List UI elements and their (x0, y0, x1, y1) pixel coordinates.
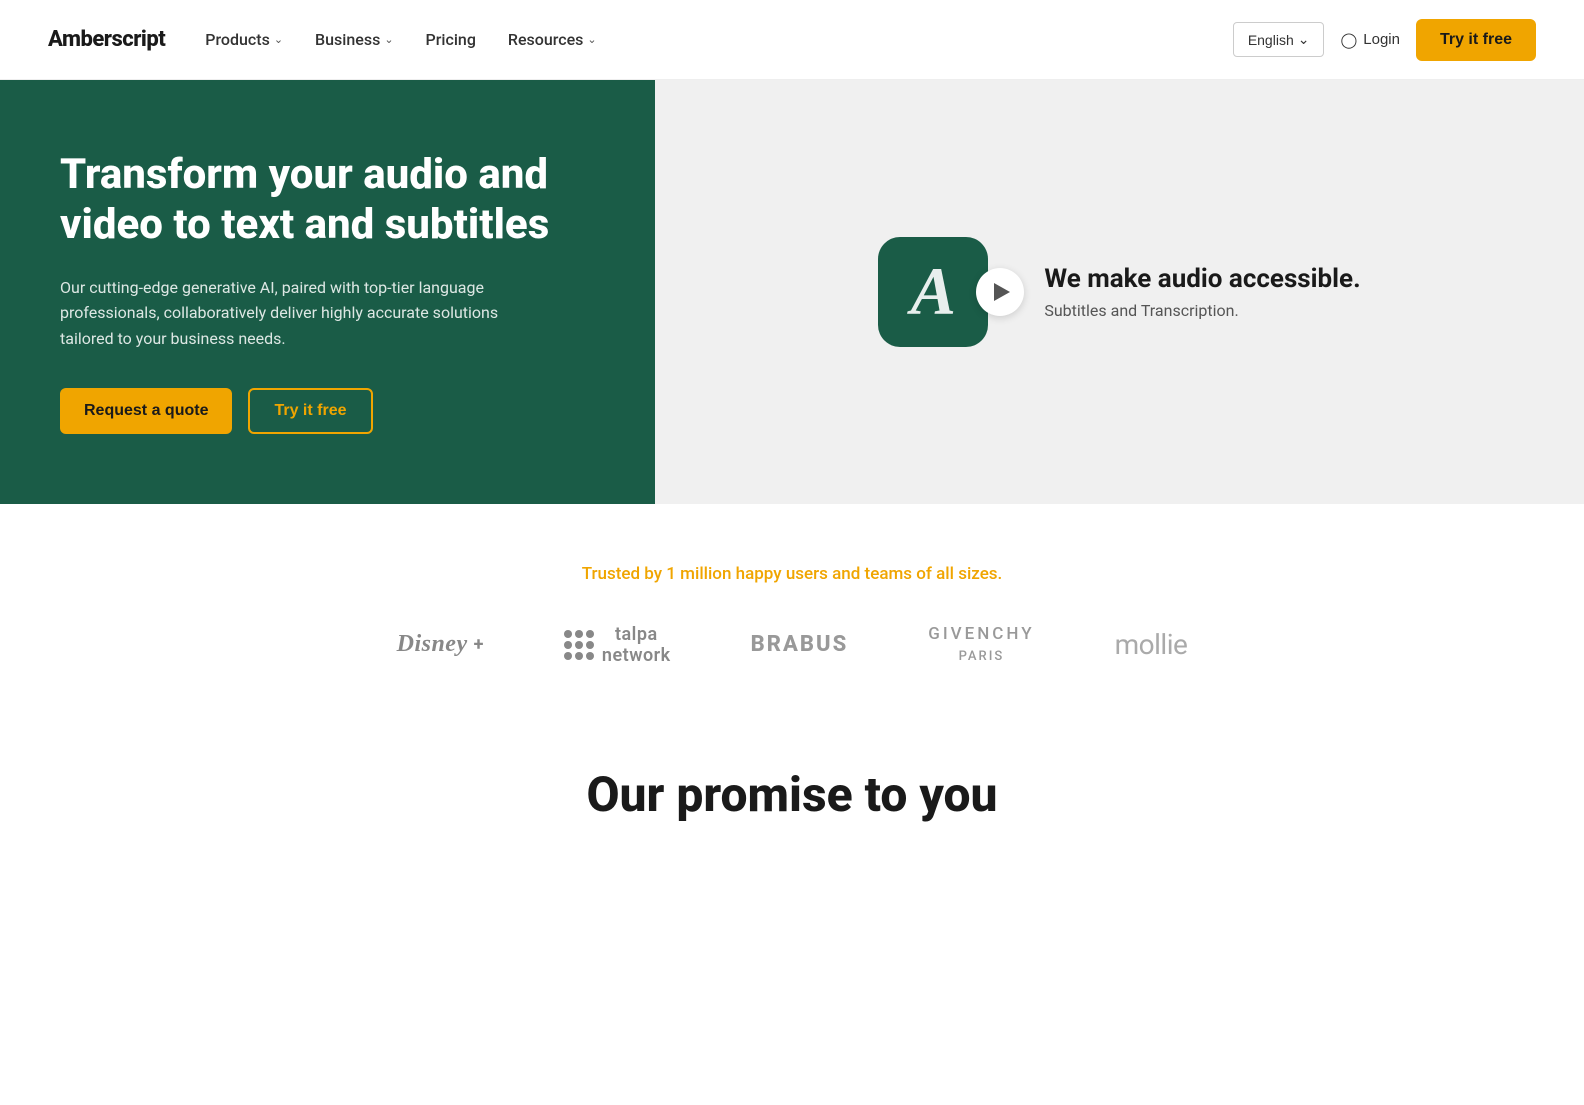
disney-logo: Disney + (397, 631, 484, 658)
nav-business[interactable]: Business ⌄ (315, 30, 393, 49)
talpa-dot (586, 630, 594, 638)
trusted-section: Trusted by 1 million happy users and tea… (0, 504, 1584, 706)
brabus-logo: BRABUS (751, 632, 849, 657)
talpa-dot (575, 652, 583, 660)
main-nav: Products ⌄ Business ⌄ Pricing Resources … (205, 30, 596, 49)
play-icon (994, 283, 1010, 301)
nav-pricing[interactable]: Pricing (426, 30, 476, 49)
promise-title: Our promise to you (48, 766, 1536, 823)
talpa-dot (586, 652, 594, 660)
chevron-down-icon: ⌄ (1298, 31, 1310, 48)
nav-products-label: Products (205, 30, 270, 49)
talpa-dot (564, 630, 572, 638)
play-button[interactable] (976, 268, 1024, 316)
tagline-sub: Subtitles and Transcription. (1044, 301, 1360, 320)
talpa-dot (575, 641, 583, 649)
hero-app-preview: A We make audio accessible. Subtitles an… (878, 237, 1360, 347)
givenchy-text: GIVENCHYPARIS (928, 624, 1034, 665)
hero-tagline: We make audio accessible. Subtitles and … (1044, 263, 1360, 320)
tagline-main: We make audio accessible. (1044, 263, 1360, 297)
user-icon: ◯ (1340, 31, 1357, 49)
hero-title: Transform your audio and video to text a… (60, 150, 595, 251)
brabus-text: BRABUS (751, 632, 849, 657)
login-button[interactable]: ◯ Login (1340, 31, 1400, 49)
talpa-text: talpanetwork (602, 624, 671, 666)
talpa-dots-grid (564, 630, 594, 660)
chevron-down-icon: ⌄ (384, 33, 393, 46)
app-letter: A (911, 252, 956, 331)
talpa-dot (564, 652, 572, 660)
request-quote-button[interactable]: Request a quote (60, 388, 232, 434)
site-logo[interactable]: Amberscript (48, 27, 165, 52)
disney-logo-text: Disney (397, 631, 468, 658)
navbar-right: English ⌄ ◯ Login Try it free (1233, 19, 1536, 61)
hero-subtitle: Our cutting-edge generative AI, paired w… (60, 275, 520, 352)
nav-business-label: Business (315, 30, 380, 49)
trusted-label: Trusted by 1 million happy users and tea… (48, 564, 1536, 584)
talpa-dot (586, 641, 594, 649)
disney-plus-symbol: + (474, 634, 484, 655)
talpa-logo: talpanetwork (564, 624, 671, 666)
nav-resources-label: Resources (508, 30, 584, 49)
chevron-down-icon: ⌄ (274, 33, 283, 46)
logos-row: Disney + talpanetwork BRABUS GIVE (48, 624, 1536, 666)
language-selector[interactable]: English ⌄ (1233, 22, 1325, 57)
try-free-button[interactable]: Try it free (1416, 19, 1536, 61)
mollie-text: mollie (1115, 628, 1188, 661)
hero-buttons: Request a quote Try it free (60, 388, 595, 434)
nav-resources[interactable]: Resources ⌄ (508, 30, 597, 49)
navbar: Amberscript Products ⌄ Business ⌄ Pricin… (0, 0, 1584, 80)
hero-right-panel: A We make audio accessible. Subtitles an… (655, 80, 1584, 504)
promise-section: Our promise to you (0, 706, 1584, 843)
hero-section: Transform your audio and video to text a… (0, 80, 1584, 504)
nav-pricing-label: Pricing (426, 30, 476, 49)
try-free-hero-button[interactable]: Try it free (248, 388, 372, 434)
language-label: English (1248, 32, 1294, 48)
givenchy-logo: GIVENCHYPARIS (928, 624, 1034, 665)
navbar-left: Amberscript Products ⌄ Business ⌄ Pricin… (48, 27, 597, 52)
talpa-dot (575, 630, 583, 638)
talpa-dot (564, 641, 572, 649)
mollie-logo: mollie (1115, 628, 1188, 661)
chevron-down-icon: ⌄ (587, 33, 596, 46)
login-label: Login (1363, 31, 1400, 48)
nav-products[interactable]: Products ⌄ (205, 30, 283, 49)
hero-left-panel: Transform your audio and video to text a… (0, 80, 655, 504)
app-icon: A (878, 237, 988, 347)
